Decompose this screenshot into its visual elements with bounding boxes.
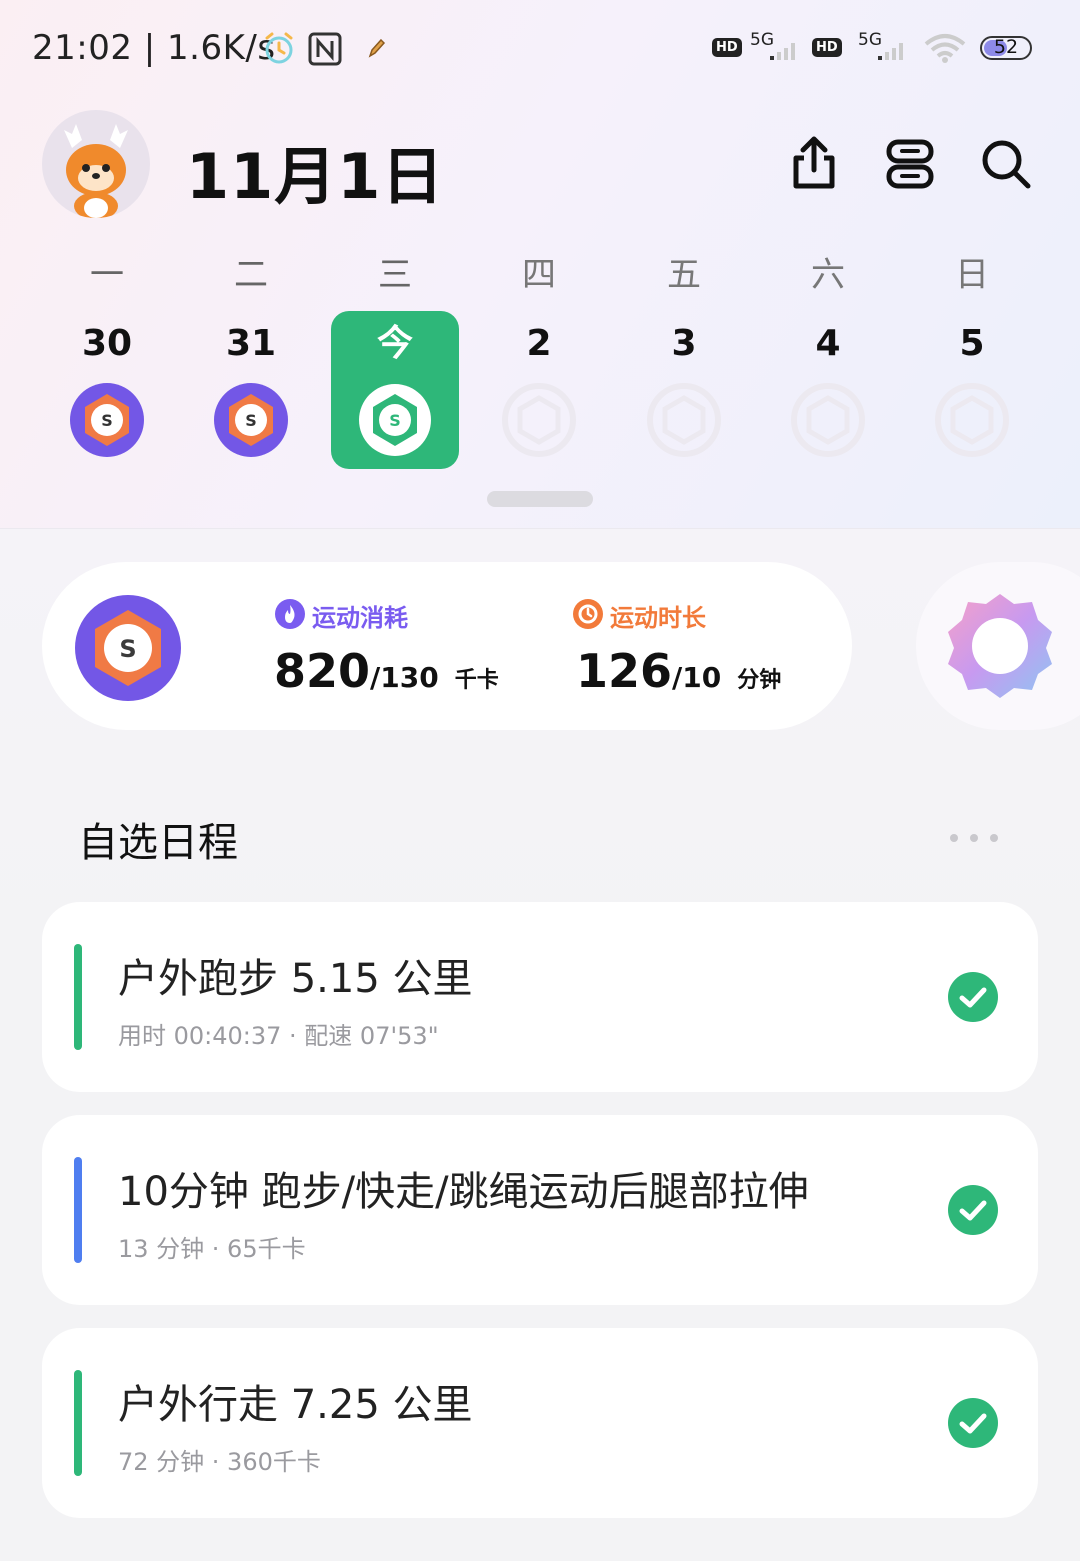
item-color-bar <box>74 944 82 1050</box>
more-dot-icon <box>990 834 998 842</box>
svg-text:S: S <box>245 411 257 430</box>
signal-icon-2 <box>878 43 903 60</box>
flame-icon <box>275 599 305 629</box>
weekday-label: 六 <box>811 255 845 295</box>
layout-cards-icon <box>886 139 934 189</box>
medal-empty-icon <box>647 383 721 457</box>
activity-summary-card[interactable]: S 运动消耗 820/130 千卡 运动时长 126/10 分钟 <box>42 562 852 730</box>
duration-unit: 分钟 <box>737 668 782 693</box>
week-day-7[interactable]: 日5 <box>912 250 1032 462</box>
date-number: 4 <box>815 323 841 364</box>
week-day-1[interactable]: 一 30 S <box>47 250 167 462</box>
week-day-2[interactable]: 二 31 S <box>191 250 311 462</box>
deer-mascot-icon <box>64 124 128 218</box>
nfc-icon <box>308 32 342 66</box>
item-color-bar <box>74 1157 82 1263</box>
item-color-bar <box>74 1370 82 1476</box>
done-check-button[interactable] <box>948 972 998 1022</box>
share-button[interactable] <box>784 134 844 194</box>
date-number: 2 <box>526 323 552 364</box>
item-subtitle: 13 分钟 · 65千卡 <box>118 1235 306 1263</box>
weekday-label: 一 <box>90 255 124 295</box>
item-subtitle: 72 分钟 · 360千卡 <box>118 1448 321 1476</box>
battery-indicator: 52 <box>980 36 1032 60</box>
search-icon <box>982 140 1031 189</box>
duration-metric: 126/10 分钟 <box>576 644 781 698</box>
date-number: 3 <box>671 323 697 364</box>
header-divider <box>0 528 1080 529</box>
weekday-label: 二 <box>234 255 268 295</box>
status-time-speed: 21:02 | 1.6K/s <box>32 28 276 68</box>
week-day-4[interactable]: 四2 <box>479 250 599 462</box>
done-check-button[interactable] <box>948 1398 998 1448</box>
card-layout-button[interactable] <box>880 134 940 194</box>
duration-value: 126 <box>576 644 673 698</box>
today-label: 今 <box>376 323 413 364</box>
medal-earned-icon: S <box>214 383 288 457</box>
week-day-6[interactable]: 六4 <box>768 250 888 462</box>
alarm-icon <box>265 32 293 64</box>
date-number: 30 <box>81 323 133 364</box>
item-subtitle: 用时 00:40:37 · 配速 07'53" <box>118 1022 439 1050</box>
calories-metric: 820/130 千卡 <box>274 644 499 698</box>
pencil-icon <box>368 38 386 58</box>
drag-handle[interactable] <box>487 491 593 507</box>
svg-text:S: S <box>101 411 113 430</box>
clock-icon <box>573 599 603 629</box>
search-button[interactable] <box>976 134 1036 194</box>
weekday-label: 日 <box>955 255 989 295</box>
weekday-label: 四 <box>522 255 556 295</box>
schedule-item[interactable]: 10分钟 跑步/快走/跳绳运动后腿部拉伸 13 分钟 · 65千卡 <box>42 1115 1038 1305</box>
medal-today-icon: S <box>359 384 431 456</box>
calories-value: 820 <box>274 644 371 698</box>
more-dot-icon <box>950 834 958 842</box>
week-day-5[interactable]: 五3 <box>624 250 744 462</box>
share-icon <box>793 136 835 189</box>
date-number: 5 <box>959 323 985 364</box>
svg-text:S: S <box>119 635 136 663</box>
item-title: 户外跑步 5.15 公里 <box>118 956 473 1002</box>
calories-label: 运动消耗 <box>312 604 408 632</box>
colorful-badge-icon <box>948 594 1052 698</box>
calories-unit: 千卡 <box>454 668 499 693</box>
more-dot-icon <box>970 834 978 842</box>
avatar[interactable] <box>42 110 150 218</box>
wifi-icon <box>924 34 966 63</box>
week-day-3[interactable]: 三今 S <box>335 250 455 462</box>
battery-percent: 52 <box>993 36 1019 58</box>
medal-earned-icon: S <box>70 383 144 457</box>
duration-goal: /10 <box>672 661 722 694</box>
weekday-label: 五 <box>667 255 701 295</box>
medal-empty-icon <box>791 383 865 457</box>
date-number: 31 <box>225 323 277 364</box>
more-options-button[interactable] <box>944 826 1004 850</box>
hd-badge: HD <box>712 38 742 57</box>
check-icon <box>959 1200 987 1221</box>
done-check-button[interactable] <box>948 1185 998 1235</box>
check-icon <box>959 1413 987 1434</box>
svg-text:S: S <box>389 411 401 430</box>
schedule-item[interactable]: 户外跑步 5.15 公里 用时 00:40:37 · 配速 07'53" <box>42 902 1038 1092</box>
medal-empty-icon <box>502 383 576 457</box>
item-title: 户外行走 7.25 公里 <box>118 1382 473 1428</box>
check-icon <box>959 987 987 1008</box>
page-title-date: 11月1日 <box>186 140 445 213</box>
section-title: 自选日程 <box>78 820 238 866</box>
item-title: 10分钟 跑步/快走/跳绳运动后腿部拉伸 <box>118 1169 809 1215</box>
medal-empty-icon <box>935 383 1009 457</box>
weekday-label: 三 <box>378 255 412 295</box>
duration-label: 运动时长 <box>610 604 706 632</box>
next-summary-card[interactable] <box>916 562 1080 730</box>
sport-medal-icon: S <box>75 595 181 701</box>
schedule-item[interactable]: 户外行走 7.25 公里 72 分钟 · 360千卡 <box>42 1328 1038 1518</box>
calories-goal: /130 <box>370 661 439 694</box>
hd-badge-2: HD <box>812 38 842 57</box>
signal-icon <box>770 43 795 60</box>
